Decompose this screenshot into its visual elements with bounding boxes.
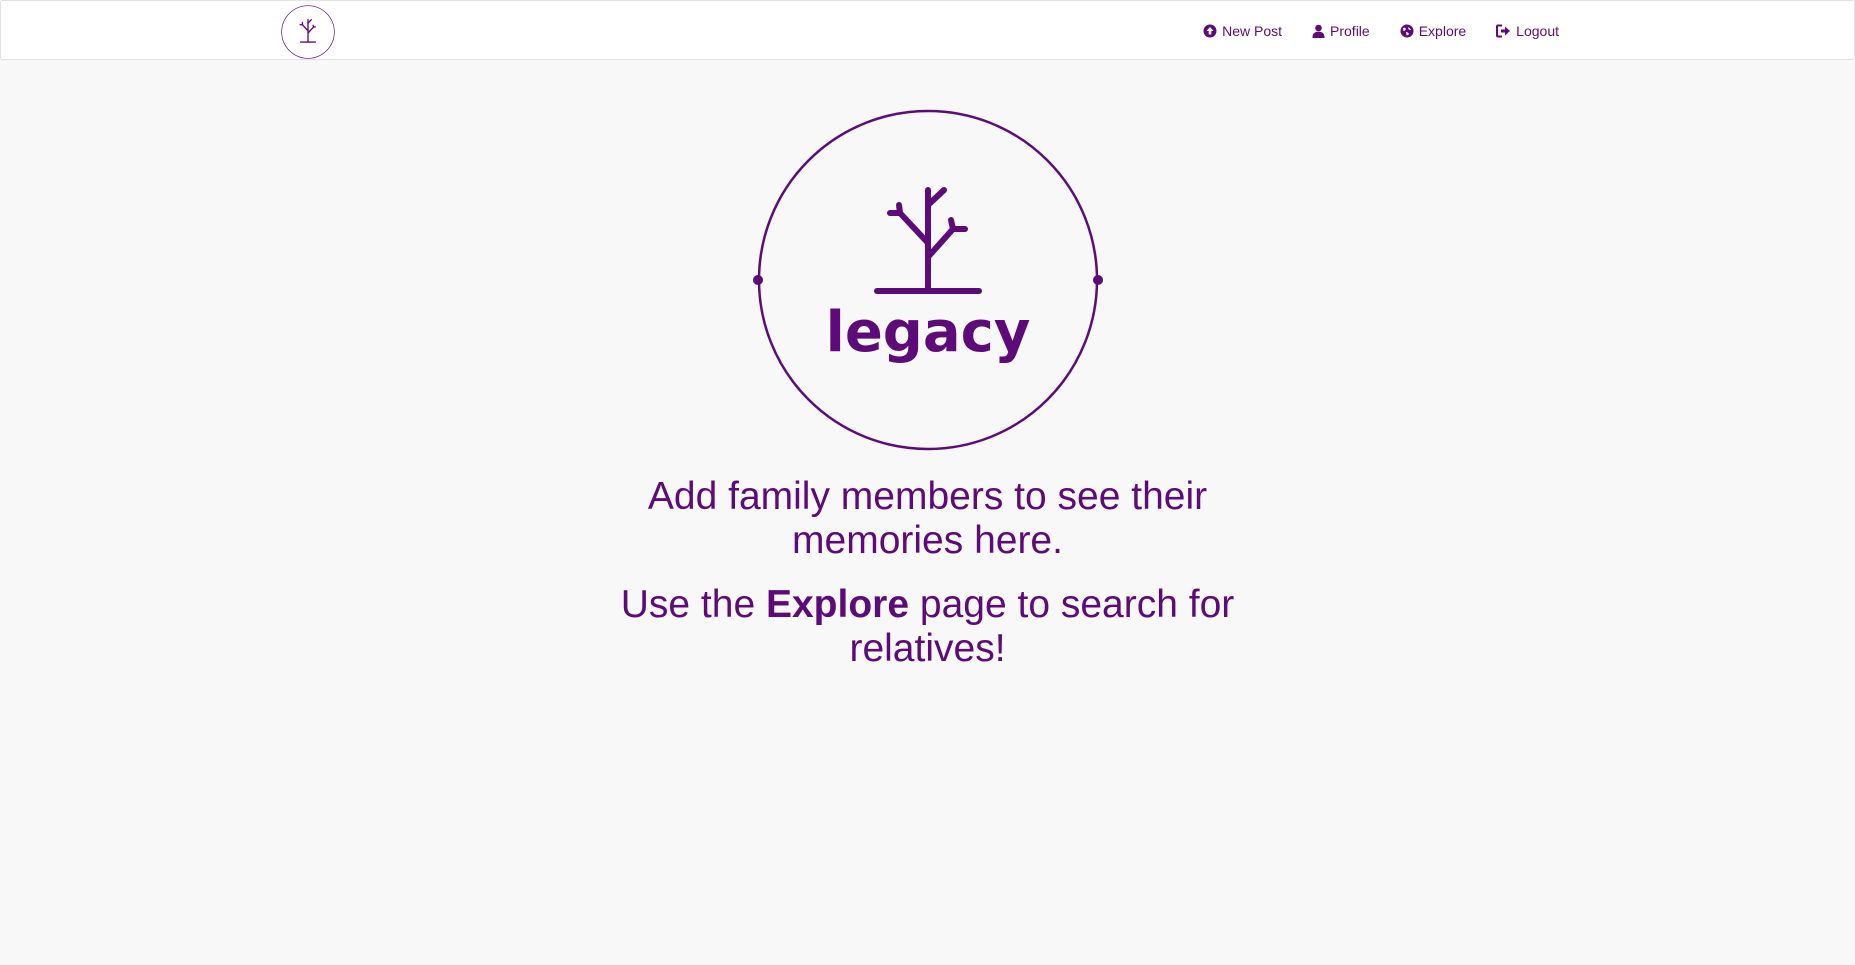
nav-explore[interactable]: Explore	[1385, 1, 1481, 61]
arrow-circle-up-icon	[1203, 24, 1217, 38]
nav-logout-label: Logout	[1516, 23, 1559, 39]
explore-hint-emphasis: Explore	[765, 583, 910, 626]
tree-icon	[873, 187, 982, 294]
top-navbar: New Post Profile Explore Logout	[0, 0, 1855, 60]
main-content: legacy Add family members to see their m…	[0, 60, 1855, 671]
globe-icon	[1400, 24, 1414, 38]
nav-new-post-label: New Post	[1222, 23, 1283, 39]
nav-profile[interactable]: Profile	[1297, 1, 1385, 61]
sign-out-icon	[1496, 24, 1511, 38]
nav-logout[interactable]: Logout	[1481, 1, 1574, 61]
nav-links: New Post Profile Explore Logout	[1188, 1, 1574, 61]
nav-new-post[interactable]: New Post	[1188, 1, 1297, 61]
legacy-wordmark: legacy	[825, 300, 1030, 365]
nav-explore-label: Explore	[1418, 23, 1467, 39]
explore-hint-prefix: Use the	[620, 583, 766, 626]
legacy-hero-logo: legacy	[752, 109, 1103, 451]
legacy-logo-icon[interactable]	[280, 4, 336, 60]
explore-hint-message: Use the Explore page to search for relat…	[598, 583, 1258, 671]
user-icon	[1312, 24, 1325, 38]
empty-feed-message: Add family members to see their memories…	[647, 475, 1208, 562]
nav-profile-label: Profile	[1330, 23, 1370, 39]
